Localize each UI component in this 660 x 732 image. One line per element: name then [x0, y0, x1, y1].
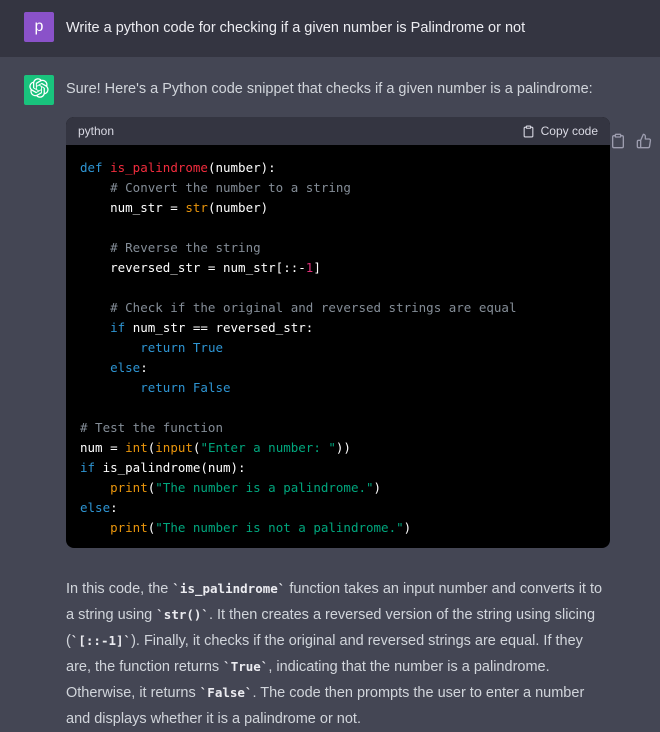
clipboard-icon [610, 133, 626, 152]
thumbs-up-icon [636, 133, 652, 152]
code-content: def is_palindrome(number): # Convert the… [80, 160, 517, 535]
explanation-text: In this code, the `is_palindrome` functi… [66, 581, 603, 727]
thumbs-up-button[interactable] [636, 133, 652, 149]
assistant-intro-text: Sure! Here's a Python code snippet that … [66, 81, 593, 97]
clipboard-icon [522, 125, 535, 138]
chatgpt-avatar [24, 75, 54, 105]
copy-code-label: Copy code [540, 124, 598, 138]
user-message-text: Write a python code for checking if a gi… [66, 20, 526, 36]
copy-message-button[interactable] [610, 133, 626, 149]
user-avatar-letter: p [34, 18, 44, 35]
assistant-message-row: Sure! Here's a Python code snippet that … [0, 57, 660, 732]
message-actions [610, 133, 652, 149]
chat-container: p Write a python code for checking if a … [0, 0, 660, 732]
code-block-header: python Copy code [66, 117, 610, 145]
user-avatar: p [24, 12, 54, 42]
user-message-row: p Write a python code for checking if a … [0, 0, 660, 57]
code-block: python Copy code def is_palindrome(numbe… [66, 117, 610, 548]
code-language-label: python [78, 124, 115, 138]
openai-logo-icon [29, 77, 49, 103]
copy-code-button[interactable]: Copy code [522, 124, 598, 138]
